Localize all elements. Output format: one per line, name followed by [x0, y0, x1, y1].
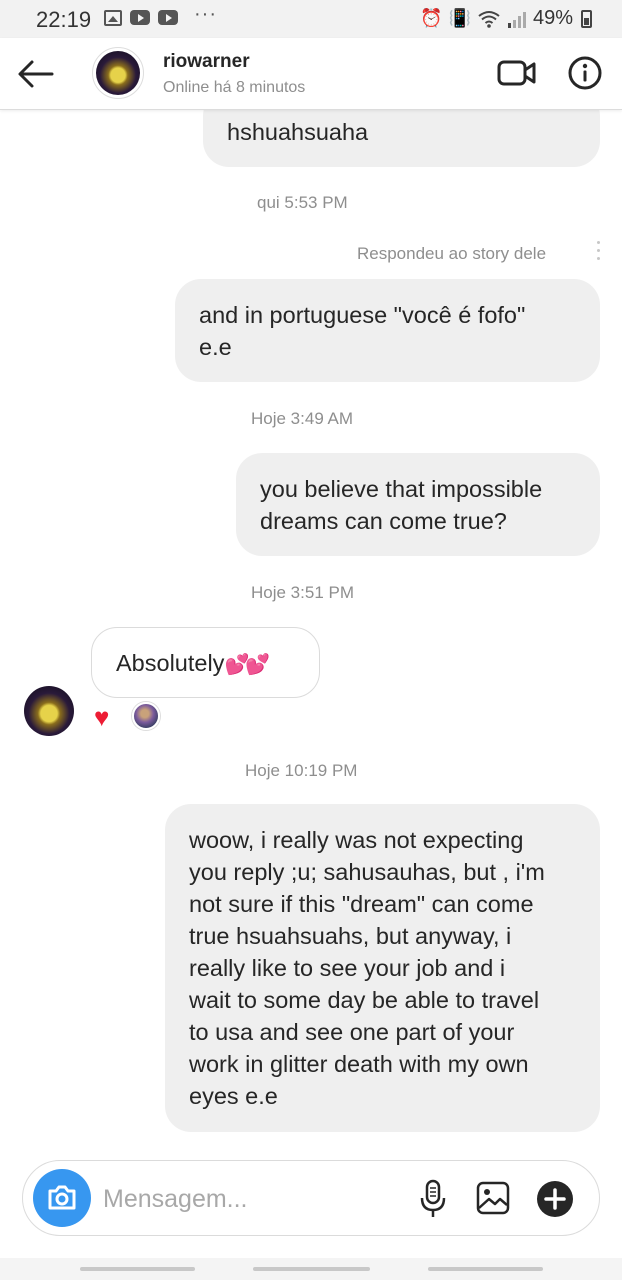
reactor-avatar[interactable]	[132, 702, 160, 730]
timestamp: Hoje 3:49 AM	[251, 409, 354, 428]
nav-home[interactable]	[253, 1267, 370, 1271]
gallery-icon	[104, 9, 122, 26]
contact-status: Online há 8 minutos	[163, 79, 306, 96]
message-composer	[22, 1160, 600, 1236]
avatar[interactable]	[92, 47, 144, 99]
nav-back[interactable]	[428, 1267, 543, 1271]
battery-percent: 49%	[532, 7, 573, 29]
message-line: dreams can come true?	[260, 508, 507, 534]
status-bar: 22:19 ··· ⏰ 📳 49%	[0, 0, 622, 38]
info-icon[interactable]	[567, 55, 603, 91]
message-bubble[interactable]: and in portuguese "você é fofo" e.e	[175, 279, 600, 382]
video-call-icon[interactable]	[497, 56, 537, 90]
system-navigation-bar	[0, 1258, 622, 1280]
more-notifications-icon: ···	[194, 3, 217, 25]
avatar-image	[96, 51, 140, 95]
message-text: hshuahsuaha	[227, 119, 369, 145]
heart-reaction-icon[interactable]: ♥	[94, 704, 109, 730]
message-line: really like to see your job and i	[189, 955, 506, 981]
story-reply-label: Respondeu ao story dele	[357, 244, 547, 263]
alarm-icon: ⏰	[420, 8, 443, 28]
incoming-message-bubble[interactable]: Absolutely💕💕	[91, 627, 320, 698]
two-hearts-emoji: 💕💕	[224, 654, 270, 676]
message-line: to usa and see one part of your	[189, 1019, 515, 1045]
message-line: work in glitter death with my own	[189, 1051, 529, 1077]
chat-header: riowarner Online há 8 minutos	[0, 38, 622, 110]
youtube-icon	[158, 10, 178, 25]
message-line: not sure if this "dream" can come	[189, 891, 534, 917]
message-bubble[interactable]: woow, i really was not expecting you rep…	[165, 804, 600, 1132]
message-line: you believe that impossible	[260, 476, 543, 502]
contact-username[interactable]: riowarner	[163, 51, 250, 73]
youtube-icon	[130, 10, 150, 25]
nav-recents[interactable]	[80, 1267, 195, 1271]
message-line: true hsuahsuahs, but anyway, i	[189, 923, 512, 949]
camera-button[interactable]	[33, 1169, 91, 1227]
back-arrow-icon[interactable]	[16, 56, 56, 92]
message-line: you reply ;u; sahusauhas, but , i'm	[189, 859, 545, 885]
status-time: 22:19	[36, 7, 92, 32]
microphone-icon[interactable]	[419, 1179, 447, 1219]
message-line: woow, i really was not expecting	[189, 827, 524, 853]
message-bubble[interactable]: hshuahsuaha	[203, 110, 600, 167]
plus-icon[interactable]	[536, 1180, 574, 1218]
gallery-icon[interactable]	[475, 1180, 511, 1216]
message-line: eyes e.e	[189, 1083, 278, 1109]
message-text: Absolutely	[116, 650, 225, 676]
message-input[interactable]	[103, 1179, 403, 1219]
camera-icon	[48, 1185, 76, 1210]
timestamp: qui 5:53 PM	[257, 193, 348, 212]
timestamp: Hoje 10:19 PM	[245, 761, 358, 780]
message-line: and in portuguese "você é fofo"	[199, 302, 526, 328]
message-line: wait to some day be able to travel	[189, 987, 540, 1013]
wifi-icon	[478, 10, 500, 28]
signal-icon	[507, 11, 526, 28]
system-icons: ⏰ 📳 49%	[420, 7, 592, 30]
message-thread[interactable]: hshuahsuaha qui 5:53 PM Respondeu ao sto…	[0, 110, 622, 1150]
sender-avatar[interactable]	[24, 686, 74, 736]
timestamp: Hoje 3:51 PM	[251, 583, 354, 602]
notification-icons: ···	[104, 3, 217, 26]
more-options-icon[interactable]	[597, 241, 601, 265]
vibrate-icon: 📳	[448, 8, 471, 28]
message-line: e.e	[199, 334, 232, 360]
message-bubble[interactable]: you believe that impossible dreams can c…	[236, 453, 600, 556]
battery-icon	[581, 9, 592, 28]
